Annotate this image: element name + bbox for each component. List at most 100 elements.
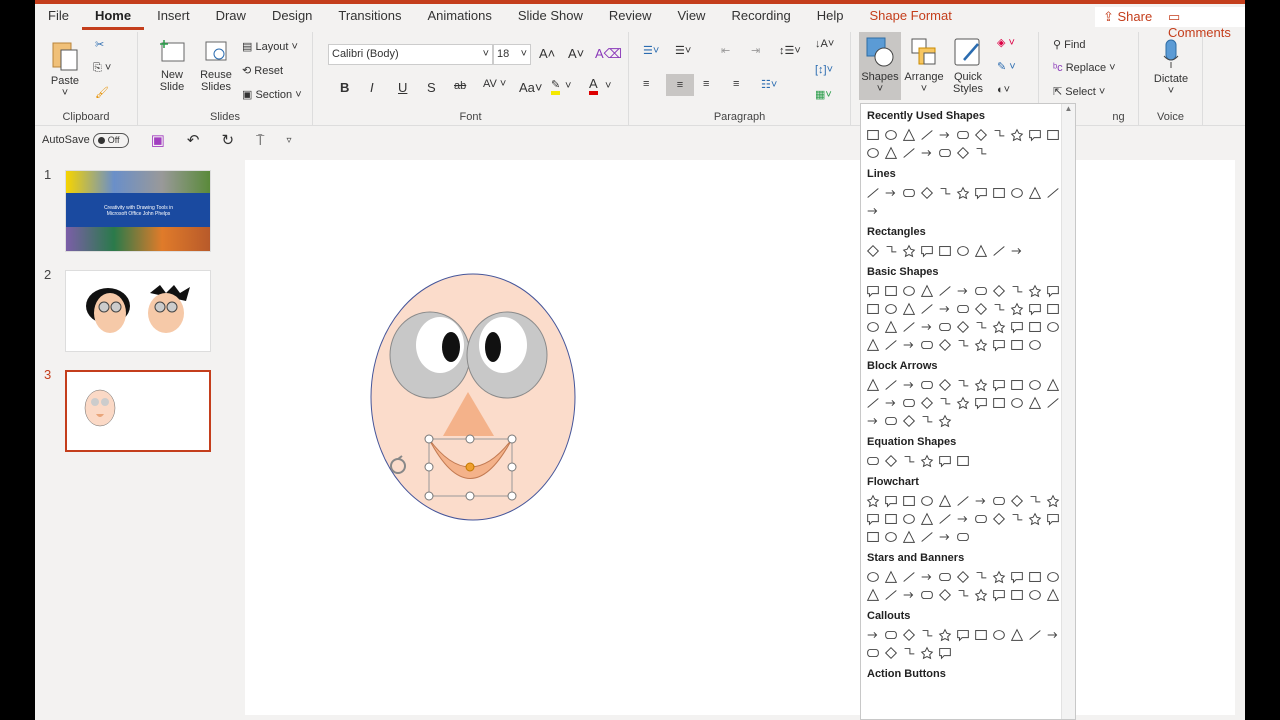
shape-option-icon[interactable] bbox=[972, 144, 990, 162]
shape-option-icon[interactable] bbox=[936, 336, 954, 354]
select-button[interactable]: ⇱ Select ˅ bbox=[1053, 85, 1105, 98]
shape-option-icon[interactable] bbox=[1008, 376, 1026, 394]
shape-option-icon[interactable] bbox=[1044, 568, 1062, 586]
text-direction-icon[interactable]: ↓A˅ bbox=[815, 38, 834, 50]
shape-option-icon[interactable] bbox=[954, 568, 972, 586]
shape-option-icon[interactable] bbox=[900, 586, 918, 604]
shape-option-icon[interactable] bbox=[936, 282, 954, 300]
numbering-icon[interactable]: ☰˅ bbox=[675, 44, 691, 57]
shape-option-icon[interactable] bbox=[954, 492, 972, 510]
tab-animations[interactable]: Animations bbox=[415, 4, 505, 30]
shape-option-icon[interactable] bbox=[972, 318, 990, 336]
tab-shape-format[interactable]: Shape Format bbox=[856, 4, 964, 30]
change-case-button[interactable]: Aa˅ bbox=[519, 80, 543, 95]
align-center-icon[interactable]: ≡ bbox=[666, 74, 694, 96]
shape-option-icon[interactable] bbox=[882, 644, 900, 662]
shape-option-icon[interactable] bbox=[936, 376, 954, 394]
shape-option-icon[interactable] bbox=[936, 242, 954, 260]
shape-option-icon[interactable] bbox=[990, 586, 1008, 604]
shape-option-icon[interactable] bbox=[1044, 126, 1062, 144]
shape-option-icon[interactable] bbox=[918, 394, 936, 412]
shape-option-icon[interactable] bbox=[864, 242, 882, 260]
share-button[interactable]: ⇪ Share bbox=[1095, 7, 1161, 27]
resize-handle[interactable] bbox=[424, 491, 434, 501]
right-pupil[interactable] bbox=[485, 332, 501, 362]
shape-option-icon[interactable] bbox=[972, 300, 990, 318]
shape-option-icon[interactable] bbox=[864, 626, 882, 644]
shape-option-icon[interactable] bbox=[1044, 282, 1062, 300]
resize-handle[interactable] bbox=[424, 462, 434, 472]
char-spacing-button[interactable]: AV ˅ bbox=[483, 78, 506, 90]
shape-option-icon[interactable] bbox=[882, 626, 900, 644]
shape-fill-icon[interactable]: ◈ ˅ bbox=[997, 36, 1015, 49]
shape-option-icon[interactable] bbox=[936, 626, 954, 644]
resize-handle[interactable] bbox=[507, 462, 517, 472]
smartart-icon[interactable]: ▦˅ bbox=[815, 88, 832, 101]
shape-option-icon[interactable] bbox=[900, 492, 918, 510]
shape-option-icon[interactable] bbox=[990, 184, 1008, 202]
slide-canvas[interactable] bbox=[245, 160, 1235, 715]
shape-option-icon[interactable] bbox=[864, 492, 882, 510]
dictate-button[interactable]: Dictate ˅ bbox=[1145, 38, 1197, 97]
shape-option-icon[interactable] bbox=[1026, 394, 1044, 412]
shape-option-icon[interactable] bbox=[1008, 282, 1026, 300]
shape-option-icon[interactable] bbox=[918, 300, 936, 318]
shrink-font-button[interactable]: A˅ bbox=[568, 46, 584, 61]
shape-option-icon[interactable] bbox=[972, 242, 990, 260]
shape-option-icon[interactable] bbox=[990, 394, 1008, 412]
slide-thumbnail-3-selected[interactable] bbox=[65, 370, 211, 452]
shape-option-icon[interactable] bbox=[918, 644, 936, 662]
shape-option-icon[interactable] bbox=[882, 300, 900, 318]
shape-option-icon[interactable] bbox=[990, 300, 1008, 318]
shape-option-icon[interactable] bbox=[864, 452, 882, 470]
shape-option-icon[interactable] bbox=[1044, 300, 1062, 318]
shape-option-icon[interactable] bbox=[990, 626, 1008, 644]
shape-option-icon[interactable] bbox=[918, 242, 936, 260]
shape-option-icon[interactable] bbox=[882, 376, 900, 394]
shape-option-icon[interactable] bbox=[990, 126, 1008, 144]
shape-option-icon[interactable] bbox=[954, 144, 972, 162]
line-spacing-icon[interactable]: ↕☰˅ bbox=[779, 44, 801, 57]
shape-option-icon[interactable] bbox=[864, 336, 882, 354]
shape-option-icon[interactable] bbox=[864, 376, 882, 394]
shape-option-icon[interactable] bbox=[1026, 318, 1044, 336]
shape-option-icon[interactable] bbox=[900, 144, 918, 162]
shape-option-icon[interactable] bbox=[954, 184, 972, 202]
font-color-dropdown[interactable]: ˅ bbox=[605, 80, 611, 92]
shape-option-icon[interactable] bbox=[936, 586, 954, 604]
shape-outline-icon[interactable]: ✎ ˅ bbox=[997, 60, 1016, 73]
reuse-slides-button[interactable]: Reuse Slides bbox=[196, 38, 236, 93]
shape-option-icon[interactable] bbox=[864, 510, 882, 528]
shape-option-icon[interactable] bbox=[900, 242, 918, 260]
shape-option-icon[interactable] bbox=[882, 184, 900, 202]
shape-option-icon[interactable] bbox=[918, 568, 936, 586]
shape-option-icon[interactable] bbox=[1008, 336, 1026, 354]
shape-option-icon[interactable] bbox=[882, 586, 900, 604]
highlight-icon[interactable]: ✎ bbox=[551, 78, 561, 95]
shape-option-icon[interactable] bbox=[864, 202, 882, 220]
shape-option-icon[interactable] bbox=[954, 318, 972, 336]
shape-option-icon[interactable] bbox=[882, 242, 900, 260]
find-button[interactable]: ⚲ Find bbox=[1053, 38, 1086, 51]
shape-option-icon[interactable] bbox=[1044, 184, 1062, 202]
layout-button[interactable]: ▤ Layout ˅ bbox=[242, 40, 298, 53]
shape-option-icon[interactable] bbox=[864, 586, 882, 604]
bullets-icon[interactable]: ☰˅ bbox=[643, 44, 659, 57]
shape-option-icon[interactable] bbox=[918, 376, 936, 394]
shape-option-icon[interactable] bbox=[972, 184, 990, 202]
undo-icon[interactable]: ↶ bbox=[187, 131, 200, 149]
underline-button[interactable]: U bbox=[398, 80, 407, 95]
shape-option-icon[interactable] bbox=[936, 510, 954, 528]
grow-font-button[interactable]: A˄ bbox=[539, 46, 555, 61]
shape-option-icon[interactable] bbox=[882, 528, 900, 546]
shape-option-icon[interactable] bbox=[990, 318, 1008, 336]
strikethrough-button[interactable]: ab bbox=[454, 80, 466, 92]
align-text-icon[interactable]: [↕]˅ bbox=[815, 64, 833, 76]
shape-option-icon[interactable] bbox=[864, 184, 882, 202]
shape-option-icon[interactable] bbox=[882, 510, 900, 528]
shape-option-icon[interactable] bbox=[1008, 184, 1026, 202]
shape-option-icon[interactable] bbox=[1008, 510, 1026, 528]
shape-option-icon[interactable] bbox=[882, 568, 900, 586]
shape-option-icon[interactable] bbox=[954, 626, 972, 644]
shape-option-icon[interactable] bbox=[1044, 492, 1062, 510]
